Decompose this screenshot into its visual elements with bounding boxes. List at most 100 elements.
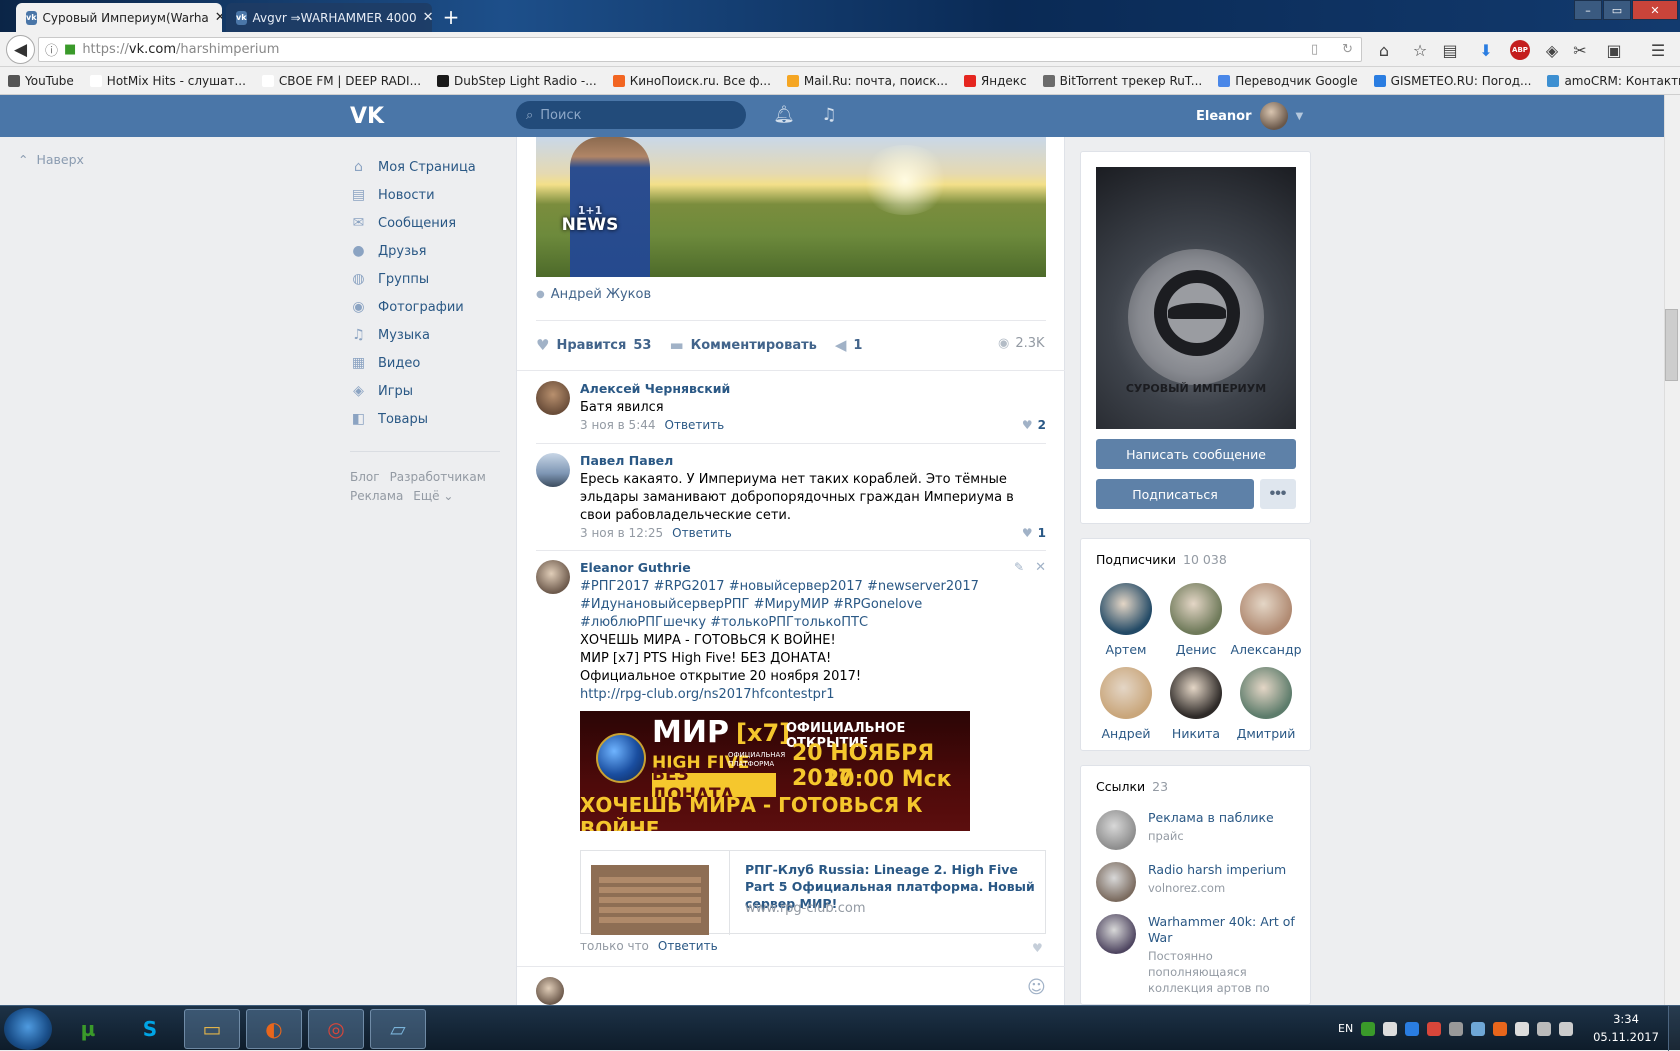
link-item[interactable]: Radio harsh imperium volnorez.com: [1096, 862, 1296, 902]
comment-like-button[interactable]: ♥ 1: [1022, 526, 1046, 540]
search-input[interactable]: [540, 107, 721, 123]
adblock-icon[interactable]: ABP: [1510, 40, 1530, 60]
sidebar-item[interactable]: ▦ Видео: [350, 349, 500, 377]
post-author[interactable]: ● Андрей Жуков: [536, 287, 651, 302]
show-desktop-button[interactable]: [1668, 1006, 1680, 1051]
link-item-title[interactable]: Radio harsh imperium: [1148, 862, 1286, 878]
subscriber-avatar[interactable]: [1240, 667, 1292, 719]
flag-icon[interactable]: [1383, 1021, 1398, 1036]
subscriber-avatar[interactable]: [1170, 583, 1222, 635]
app-tray-icon[interactable]: [1493, 1021, 1508, 1036]
sidebar-item[interactable]: ● Друзья: [350, 237, 500, 265]
volume-icon[interactable]: [1559, 1021, 1574, 1036]
link-avatar[interactable]: [1096, 810, 1136, 850]
maximize-button[interactable]: ▭: [1603, 0, 1631, 20]
comment-author[interactable]: Павел Павел: [580, 453, 1020, 468]
link-item[interactable]: Warhammer 40k: Art of War Постоянно попол…: [1096, 914, 1296, 996]
subscriber-name[interactable]: Андрей: [1101, 726, 1150, 741]
link-item[interactable]: Реклама в паблике прайс: [1096, 810, 1296, 850]
notepad-icon[interactable]: ▱: [370, 1009, 426, 1049]
tools-icon[interactable]: ✂: [1570, 40, 1590, 60]
share-button[interactable]: ◀ 1: [835, 336, 863, 354]
extension-icon[interactable]: ◈: [1542, 40, 1562, 60]
tab-active[interactable]: vk Суровый Империум(Warha ✕: [16, 3, 222, 32]
home-icon[interactable]: ⌂: [1374, 40, 1394, 60]
reply-link[interactable]: Ответить: [665, 418, 725, 432]
link-preview-card[interactable]: РПГ-Клуб Russia: Lineage 2. High Five Pa…: [580, 850, 1046, 935]
search-box[interactable]: ⌕: [516, 101, 746, 129]
bookmark-item[interactable]: КиноПоиск.ru. Все ф...: [612, 74, 771, 88]
comment-author[interactable]: Алексей Чернявский: [580, 381, 1000, 396]
community-cover[interactable]: СУРОВЫЙ ИМПЕРИУМ: [1096, 167, 1296, 429]
subscriber-avatar[interactable]: [1240, 583, 1292, 635]
comment-time[interactable]: 3 ноя в 5:44: [580, 418, 656, 432]
explorer-icon[interactable]: ▭: [184, 1009, 240, 1049]
reload-icon[interactable]: ↻: [1342, 42, 1353, 57]
back-button[interactable]: ◀: [6, 35, 35, 64]
delete-icon[interactable]: ✕: [1035, 560, 1046, 575]
address-bar[interactable]: ⓘ ■ https://vk.com/harshimperium ▯ ↻: [38, 37, 1362, 62]
language-indicator[interactable]: EN: [1338, 1022, 1353, 1035]
comment-avatar[interactable]: [536, 381, 570, 415]
start-button[interactable]: [4, 1008, 52, 1050]
subscriber-name[interactable]: Александр: [1230, 642, 1301, 657]
bookmark-item[interactable]: Mail.Ru: почта, поиск...: [786, 74, 948, 88]
network-icon[interactable]: [1537, 1021, 1552, 1036]
more-actions-button[interactable]: •••: [1260, 479, 1296, 509]
subscriber[interactable]: Александр: [1230, 583, 1302, 657]
links-header[interactable]: Ссылки 23: [1096, 779, 1168, 794]
sidebar-item[interactable]: ▤ Новости: [350, 181, 500, 209]
utorrent-icon[interactable]: µ: [60, 1009, 116, 1049]
comment-avatar[interactable]: [536, 453, 570, 487]
color-picker-icon[interactable]: ▣: [1604, 40, 1624, 60]
subscribers-header[interactable]: Подписчики 10 038: [1096, 552, 1227, 567]
sidebar-item[interactable]: ⌂ Моя Страница: [350, 153, 500, 181]
page-scrollbar[interactable]: [1664, 95, 1680, 1005]
chrome-icon[interactable]: ◎: [308, 1009, 364, 1049]
link-item-title[interactable]: Реклама в паблике: [1148, 810, 1274, 826]
subscriber[interactable]: Артем: [1091, 583, 1161, 657]
comment-hashtags[interactable]: #РПГ2017 #RPG2017 #новыйсервер2017 #news…: [580, 578, 1010, 632]
sidebar-item[interactable]: ◈ Игры: [350, 377, 500, 405]
subscriber-name[interactable]: Дмитрий: [1237, 726, 1296, 741]
antivirus-icon[interactable]: [1427, 1021, 1442, 1036]
edit-pencil-icon[interactable]: ✎: [1014, 560, 1024, 574]
bookmark-item[interactable]: СВОЕ FM | DEEP RADI...: [261, 74, 421, 88]
comment-time[interactable]: 3 ноя в 12:25: [580, 526, 663, 540]
bookmark-item[interactable]: YouTube: [8, 74, 74, 88]
comment-link[interactable]: http://rpg-club.org/ns2017hfcontestpr1: [580, 686, 1010, 704]
link-item-title[interactable]: Warhammer 40k: Art of War: [1148, 914, 1296, 946]
sidebar-item[interactable]: ◉ Фотографии: [350, 293, 500, 321]
skype-icon[interactable]: S: [122, 1009, 178, 1049]
user-menu[interactable]: Eleanor ▼: [1196, 95, 1303, 137]
scrollbar-thumb[interactable]: [1665, 309, 1678, 381]
link-avatar[interactable]: [1096, 914, 1136, 954]
footer-blog-link[interactable]: Блог: [350, 470, 380, 484]
info-icon[interactable]: ⓘ: [45, 40, 58, 59]
tab-inactive[interactable]: vk Avgvr ⇒WARHAMMER 4000 ✕: [226, 3, 432, 32]
music-player-icon[interactable]: ♫: [817, 103, 841, 127]
bookmark-star-icon[interactable]: ☆: [1410, 40, 1430, 60]
bookmark-item[interactable]: Яндекс: [963, 74, 1027, 88]
new-tab-button[interactable]: +: [438, 5, 464, 29]
firefox-icon[interactable]: ◐: [246, 1009, 302, 1049]
subscriber-name[interactable]: Никита: [1172, 726, 1220, 741]
sidebar-item[interactable]: ♫ Музыка: [350, 321, 500, 349]
subscriber-avatar[interactable]: [1100, 667, 1152, 719]
footer-devs-link[interactable]: Разработчикам: [390, 470, 486, 484]
utorrent-tray-icon[interactable]: [1361, 1021, 1376, 1036]
bookmark-item[interactable]: DubStep Light Radio -...: [437, 74, 597, 88]
send-message-button[interactable]: Написать сообщение: [1096, 439, 1296, 469]
bookmark-item[interactable]: BitTorrent трекер RuT...: [1042, 74, 1202, 88]
subscriber[interactable]: Никита: [1161, 667, 1231, 741]
subscriber-name[interactable]: Денис: [1176, 642, 1217, 657]
back-to-top-link[interactable]: ⌃ Наверх: [18, 152, 84, 167]
bookmark-item[interactable]: Переводчик Google: [1218, 74, 1358, 88]
comment-author[interactable]: Eleanor Guthrie: [580, 560, 1010, 575]
comment-avatar[interactable]: [536, 560, 570, 594]
tab-close-icon[interactable]: ✕: [423, 10, 432, 25]
download-icon[interactable]: ⬇: [1476, 40, 1496, 60]
comment-button[interactable]: ▬ Комментировать: [669, 336, 816, 354]
reply-link[interactable]: Ответить: [658, 939, 718, 953]
subscriber-name[interactable]: Артем: [1106, 642, 1147, 657]
